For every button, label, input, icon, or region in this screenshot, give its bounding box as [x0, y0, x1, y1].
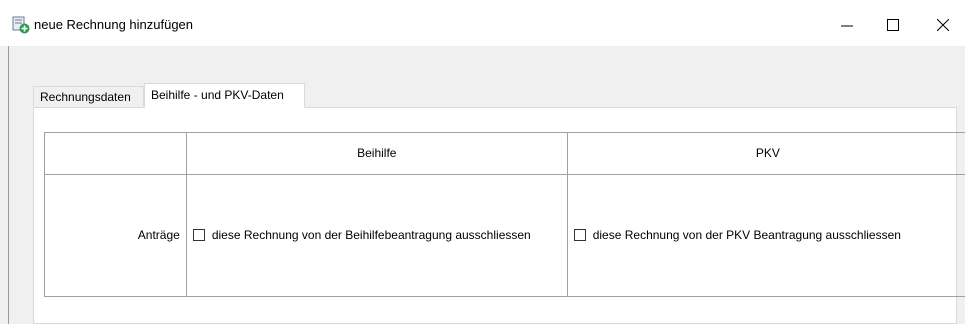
beihilfe-exclude-checkbox[interactable]: diese Rechnung von der Beihilfebeantragu… — [187, 228, 567, 242]
beihilfe-cell: diese Rechnung von der Beihilfebeantragu… — [185, 173, 568, 297]
claims-table: Beihilfe PKV Anträge diese Rechnung von … — [44, 132, 965, 297]
window-title: neue Rechnung hinzufügen — [34, 17, 194, 32]
close-button[interactable] — [920, 8, 965, 42]
checkbox-box[interactable] — [573, 229, 586, 242]
dialog-window: neue Rechnung hinzufügen Rechnungsdaten … — [0, 0, 965, 324]
beihilfe-exclude-label[interactable]: diese Rechnung von der Beihilfebeantragu… — [212, 228, 531, 242]
header-pkv: PKV — [566, 132, 965, 175]
add-document-icon — [12, 16, 30, 34]
header-beihilfe: Beihilfe — [185, 132, 568, 175]
close-icon — [937, 19, 949, 31]
tab-beihilfe-pkv-daten[interactable]: Beihilfe - und PKV-Daten — [144, 83, 305, 108]
maximize-icon — [887, 19, 899, 31]
pkv-exclude-checkbox[interactable]: diese Rechnung von der PKV Beantragung a… — [568, 228, 965, 242]
checkbox-box[interactable] — [192, 229, 205, 242]
maximize-button[interactable] — [870, 8, 916, 42]
row-label-antraege: Anträge — [44, 173, 187, 297]
minimize-button[interactable] — [824, 8, 870, 42]
title-bar[interactable]: neue Rechnung hinzufügen — [0, 0, 965, 46]
tab-rechnungsdaten[interactable]: Rechnungsdaten — [33, 86, 144, 106]
window-border — [8, 46, 9, 324]
table-header-row: Beihilfe PKV — [44, 132, 965, 175]
table-row: Anträge diese Rechnung von der Beihilfeb… — [44, 173, 965, 297]
pkv-cell: diese Rechnung von der PKV Beantragung a… — [566, 173, 965, 297]
header-empty-cell — [44, 132, 187, 175]
minimize-icon — [841, 25, 853, 27]
pkv-exclude-label[interactable]: diese Rechnung von der PKV Beantragung a… — [593, 228, 901, 242]
